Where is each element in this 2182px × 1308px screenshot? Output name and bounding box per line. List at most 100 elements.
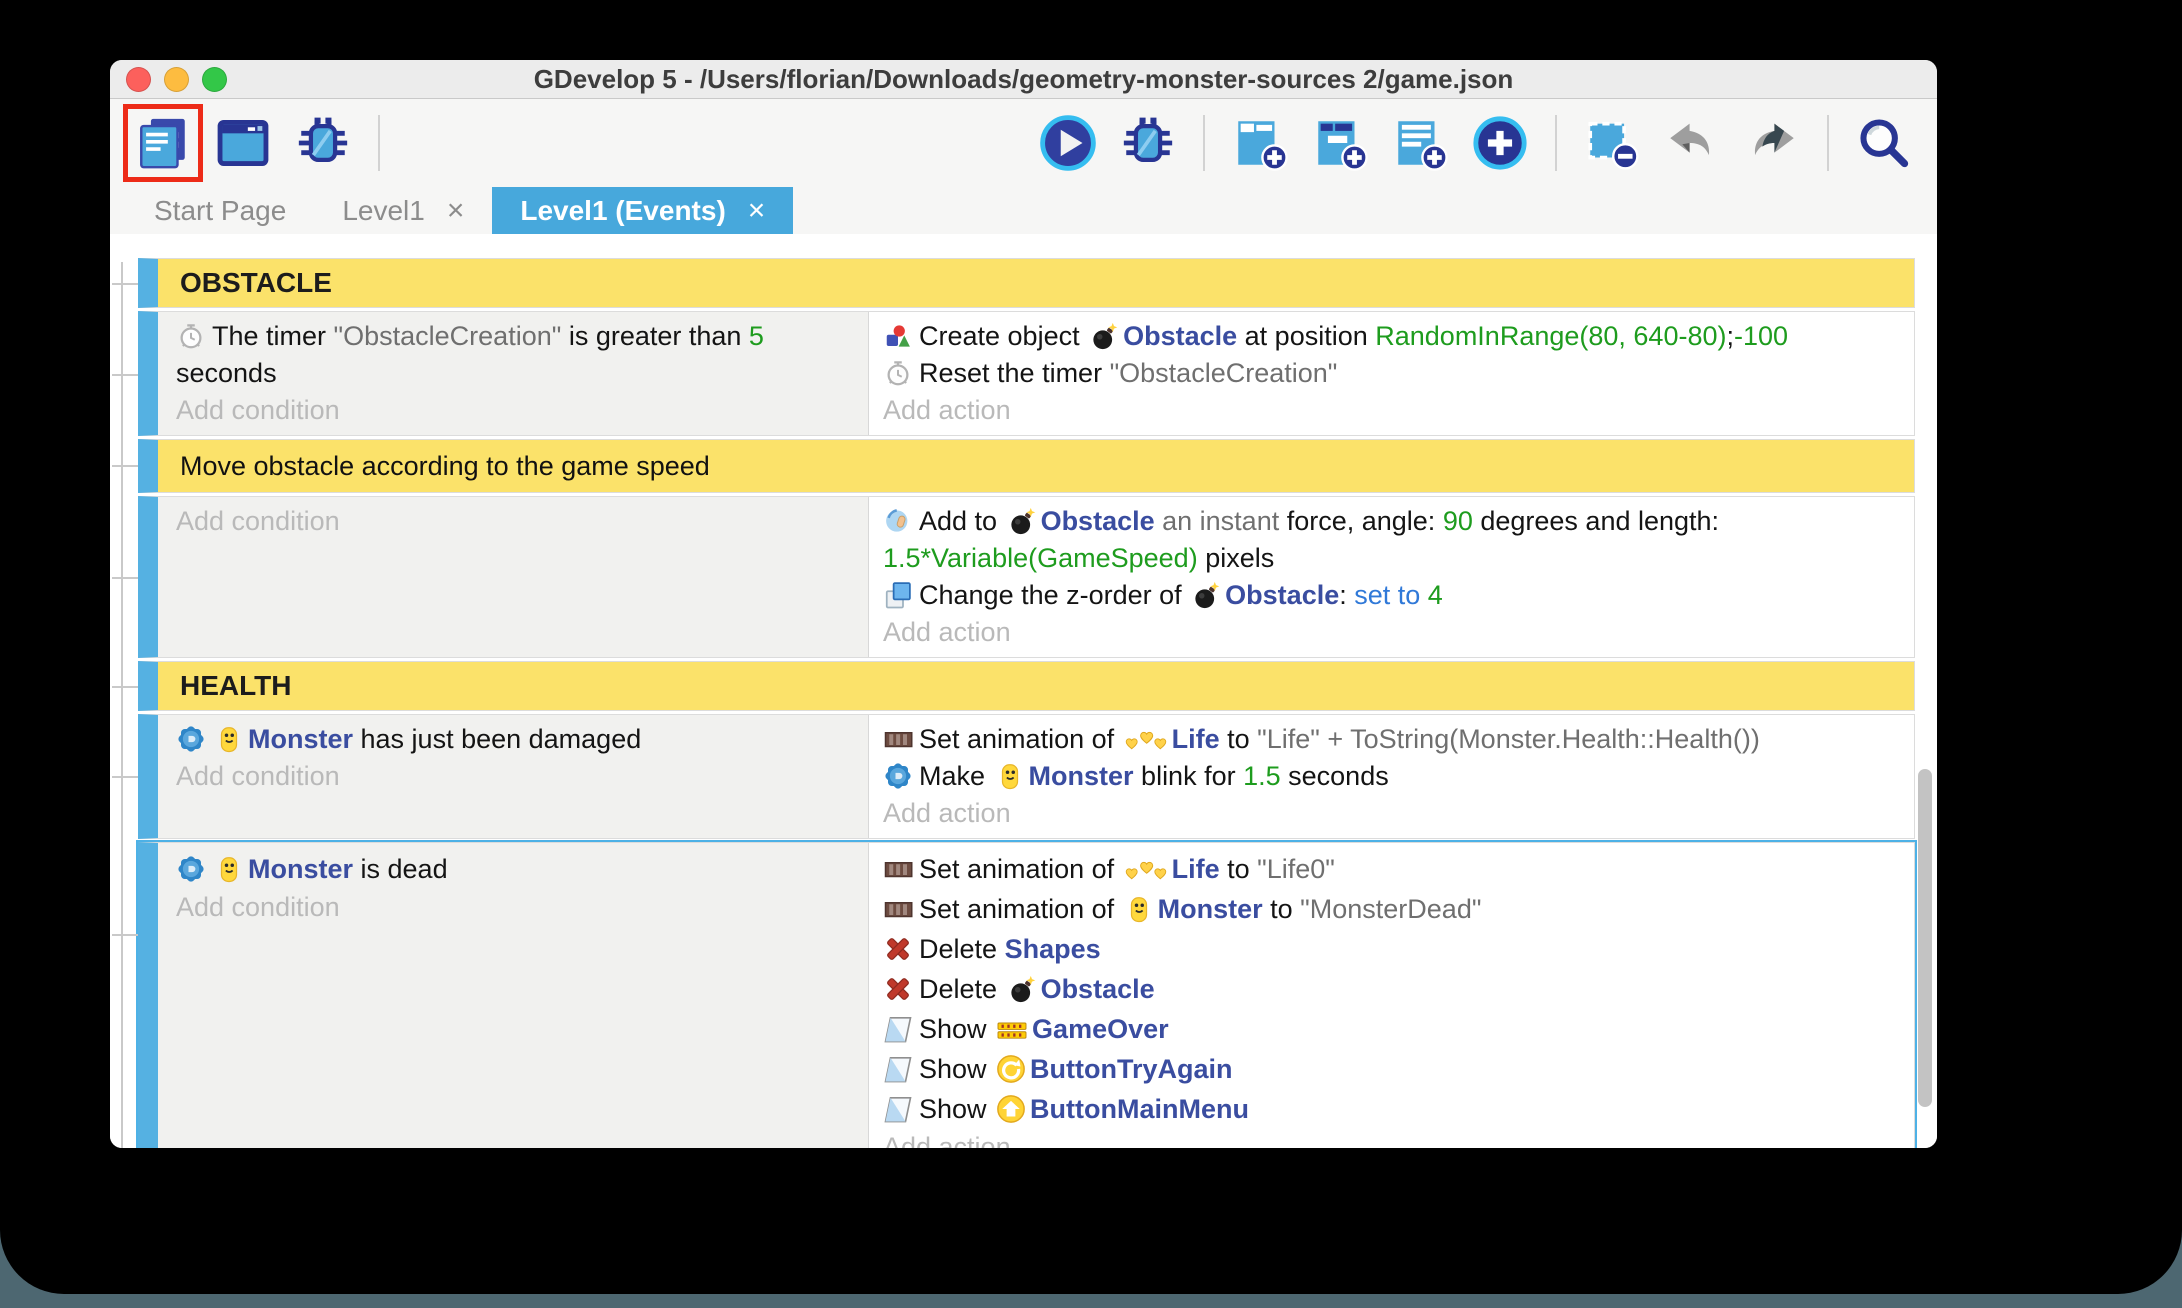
event-row[interactable]: Add condition Add to Obstacle an instant… bbox=[138, 496, 1915, 658]
titlebar: GDevelop 5 - /Users/florian/Downloads/ge… bbox=[110, 60, 1937, 99]
zoom-button[interactable] bbox=[202, 66, 227, 92]
toolbar-divider bbox=[1555, 115, 1557, 171]
add-action-link[interactable]: Add action bbox=[883, 795, 1904, 832]
actions-cell: Add to Obstacle an instant force, angle:… bbox=[868, 497, 1914, 657]
condition-sentence[interactable]: The timer "ObstacleCreation" is greater … bbox=[176, 318, 858, 392]
tree-guide-tick bbox=[112, 283, 138, 285]
scene-editor-icon bbox=[214, 114, 272, 172]
traffic-lights bbox=[126, 60, 227, 98]
action-sentence[interactable]: Set animation of Life to "Life" + ToStri… bbox=[883, 721, 1904, 758]
action-sentence[interactable]: Delete Obstacle bbox=[883, 969, 1904, 1009]
events-sheet-icon bbox=[134, 114, 192, 172]
group-header-row[interactable]: OBSTACLE bbox=[138, 258, 1915, 308]
undo-button[interactable] bbox=[1659, 109, 1725, 177]
event-row-selected[interactable]: Monster is dead Add condition Set animat… bbox=[136, 840, 1917, 1148]
comment-row[interactable]: Move obstacle according to the game spee… bbox=[138, 439, 1915, 493]
bomb-icon bbox=[1191, 580, 1221, 610]
timer-icon bbox=[176, 321, 206, 351]
search-button[interactable] bbox=[1851, 109, 1917, 177]
add-condition-link[interactable]: Add condition bbox=[176, 758, 858, 795]
scene-editor-button[interactable] bbox=[210, 109, 276, 177]
debug-preview-button[interactable] bbox=[1115, 109, 1181, 177]
condition-sentence[interactable]: Monster has just been damaged bbox=[176, 721, 858, 758]
add-action-link[interactable]: Add action bbox=[883, 1129, 1904, 1148]
events-sheet-button[interactable] bbox=[123, 104, 203, 182]
tree-guide-tick bbox=[112, 934, 138, 936]
conditions-cell: Add condition bbox=[158, 497, 868, 657]
action-sentence[interactable]: Set animation of Monster to "MonsterDead… bbox=[883, 889, 1904, 929]
tree-guide-tick bbox=[112, 374, 138, 376]
tab-close-icon[interactable]: × bbox=[447, 195, 465, 226]
tab-close-icon[interactable]: × bbox=[748, 195, 766, 226]
event-row[interactable]: The timer "ObstacleCreation" is greater … bbox=[138, 311, 1915, 436]
search-icon bbox=[1855, 114, 1913, 172]
life-hearts-icon bbox=[1124, 857, 1168, 884]
z-order-icon bbox=[883, 580, 913, 610]
action-sentence[interactable]: Change the z-order of Obstacle: set to 4 bbox=[883, 577, 1904, 614]
delete-selection-button[interactable] bbox=[1579, 109, 1645, 177]
add-condition-link[interactable]: Add condition bbox=[176, 503, 858, 540]
monster-icon bbox=[214, 854, 244, 884]
tab-start-page[interactable]: Start Page bbox=[126, 187, 314, 234]
bug-icon bbox=[1119, 114, 1177, 172]
tab-label: Level1 (Events) bbox=[520, 194, 726, 226]
add-action-link[interactable]: Add action bbox=[883, 614, 1904, 651]
close-button[interactable] bbox=[126, 66, 151, 92]
redo-button[interactable] bbox=[1739, 109, 1805, 177]
redo-icon bbox=[1743, 114, 1801, 172]
toolbar-divider bbox=[1827, 115, 1829, 171]
visibility-icon bbox=[883, 1054, 913, 1084]
add-action-link[interactable]: Add action bbox=[883, 392, 1904, 429]
animation-icon bbox=[883, 724, 913, 754]
bomb-icon bbox=[1007, 974, 1037, 1004]
action-sentence[interactable]: Make Monster blink for 1.5 seconds bbox=[883, 758, 1904, 795]
tab-level1[interactable]: Level1 × bbox=[314, 187, 492, 234]
add-condition-link[interactable]: Add condition bbox=[176, 889, 858, 926]
minimize-button[interactable] bbox=[164, 66, 189, 92]
tree-guide-tick bbox=[112, 686, 138, 688]
group-title: HEALTH bbox=[180, 670, 292, 701]
action-sentence[interactable]: Delete Shapes bbox=[883, 929, 1904, 969]
add-subevent-icon bbox=[1311, 114, 1369, 172]
add-new-event-button[interactable] bbox=[1467, 109, 1533, 177]
monster-icon bbox=[1124, 894, 1154, 924]
animation-icon bbox=[883, 894, 913, 924]
conditions-cell: Monster is dead Add condition bbox=[158, 843, 868, 1148]
gameover-icon bbox=[996, 1016, 1028, 1044]
delete-cross-icon bbox=[883, 934, 913, 964]
delete-cross-icon bbox=[883, 974, 913, 1004]
add-event-button[interactable] bbox=[1227, 109, 1293, 177]
vertical-scrollbar-thumb[interactable] bbox=[1918, 769, 1932, 1107]
comment-text: Move obstacle according to the game spee… bbox=[180, 450, 710, 481]
event-rows: OBSTACLE The timer "ObstacleCreation" is… bbox=[136, 258, 1917, 1148]
visibility-icon bbox=[883, 1014, 913, 1044]
debugger-button[interactable] bbox=[290, 109, 356, 177]
bomb-icon bbox=[1089, 321, 1119, 351]
behavior-gear-icon bbox=[883, 761, 913, 791]
action-sentence[interactable]: Show ButtonTryAgain bbox=[883, 1049, 1904, 1089]
action-sentence[interactable]: Reset the timer "ObstacleCreation" bbox=[883, 355, 1904, 392]
toolbar bbox=[110, 99, 1937, 187]
window-title: GDevelop 5 - /Users/florian/Downloads/ge… bbox=[533, 63, 1514, 94]
add-comment-button[interactable] bbox=[1387, 109, 1453, 177]
monster-icon bbox=[995, 761, 1025, 791]
tree-guide-tick bbox=[112, 465, 138, 467]
plus-circle-icon bbox=[1471, 114, 1529, 172]
action-sentence[interactable]: Show ButtonMainMenu bbox=[883, 1089, 1904, 1129]
add-subevent-button[interactable] bbox=[1307, 109, 1373, 177]
group-header-row[interactable]: HEALTH bbox=[138, 661, 1915, 711]
add-condition-link[interactable]: Add condition bbox=[176, 392, 858, 429]
action-sentence[interactable]: Create object Obstacle at position Rando… bbox=[883, 318, 1904, 355]
tab-label: Start Page bbox=[154, 194, 287, 226]
play-icon bbox=[1039, 114, 1097, 172]
timer-icon bbox=[883, 358, 913, 388]
action-sentence[interactable]: Show GameOver bbox=[883, 1009, 1904, 1049]
event-row[interactable]: Monster has just been damaged Add condit… bbox=[138, 714, 1915, 839]
preview-play-button[interactable] bbox=[1035, 109, 1101, 177]
condition-sentence[interactable]: Monster is dead bbox=[176, 849, 858, 889]
action-sentence[interactable]: Add to Obstacle an instant force, angle:… bbox=[883, 503, 1904, 577]
action-sentence[interactable]: Set animation of Life to "Life0" bbox=[883, 849, 1904, 889]
group-title: OBSTACLE bbox=[180, 267, 332, 298]
tab-level1-events[interactable]: Level1 (Events) × bbox=[492, 187, 794, 234]
toolbar-left-group bbox=[123, 104, 388, 182]
